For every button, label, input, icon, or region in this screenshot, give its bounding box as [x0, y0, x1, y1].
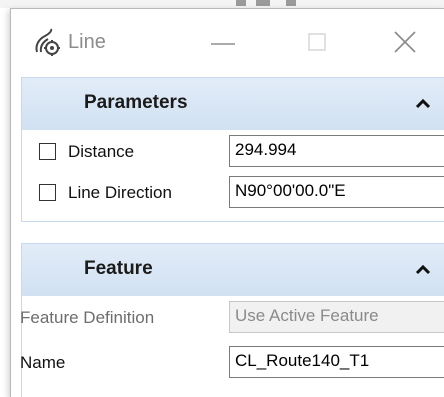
minimize-button[interactable] [199, 25, 247, 59]
name-field[interactable]: CL_Route140_T1 [229, 346, 444, 378]
line-direction-field[interactable]: N90°00'00.0"E [229, 176, 444, 208]
feature-definition-row: Feature Definition Use Active Feature [20, 299, 444, 339]
parameters-section-title: Parameters [84, 92, 188, 113]
background-glyph [256, 0, 270, 6]
chevron-up-icon[interactable] [414, 95, 432, 113]
feature-definition-label: Feature Definition [20, 308, 155, 327]
window-title: Line [68, 31, 106, 53]
name-label: Name [20, 353, 66, 372]
line-direction-row: Line Direction N90°00'00.0"E [22, 174, 444, 214]
background-glyph [286, 0, 296, 6]
feature-section-header[interactable]: Feature [22, 244, 444, 296]
maximize-button[interactable] [293, 25, 341, 59]
background-glyph [236, 0, 246, 6]
line-direction-lock-checkbox[interactable] [39, 184, 56, 201]
distance-label: Distance [68, 142, 135, 161]
title-bar[interactable]: Line [11, 9, 444, 77]
feature-section-title: Feature [84, 258, 153, 279]
feature-section: Feature Feature Definition Use Active Fe… [20, 243, 444, 397]
background-window-strip [0, 0, 444, 8]
close-button[interactable] [375, 25, 435, 59]
chevron-up-icon[interactable] [414, 261, 432, 279]
distance-lock-checkbox[interactable] [39, 143, 56, 160]
parameters-section-header[interactable]: Parameters [22, 78, 444, 130]
line-dialog: Line Parameters Distance 294.994 Line Di… [10, 8, 444, 397]
name-row: Name CL_Route140_T1 [20, 344, 444, 384]
feature-definition-field: Use Active Feature [229, 301, 444, 333]
distance-row: Distance 294.994 [22, 133, 444, 173]
parameters-section: Parameters Distance 294.994 Line Directi… [21, 77, 444, 222]
line-tool-icon [35, 28, 60, 56]
line-direction-label: Line Direction [68, 183, 172, 202]
distance-field[interactable]: 294.994 [229, 135, 444, 167]
